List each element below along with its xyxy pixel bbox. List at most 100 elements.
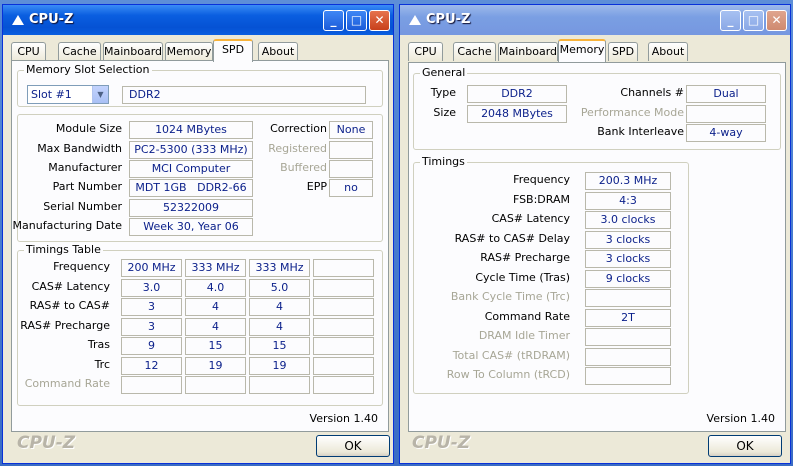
slot-select[interactable]: Slot #1 ▼ xyxy=(27,85,109,104)
timing-cell xyxy=(313,298,374,316)
maximize-button[interactable]: □ xyxy=(743,10,764,31)
type-field: DDR2 xyxy=(467,85,567,103)
timing-label: Row To Column (tRCD) xyxy=(446,368,570,381)
part-number-field: MDT 1GB DDR2-66 xyxy=(129,179,253,197)
cpuz-brand-logo: CPU-Z xyxy=(17,433,76,453)
minimize-button[interactable]: _ xyxy=(720,10,741,31)
timings-table-group: Timings Table Frequency 200 MHz 333 MHz 333… xyxy=(17,243,383,406)
tab-spd[interactable]: SPD xyxy=(608,42,638,61)
tab-cache[interactable]: Cache xyxy=(58,42,101,61)
cpuz-window-spd: CPU-Z _ □ ✕ CPU Cache Mainboard Memory S… xyxy=(2,4,394,464)
general-group: General Type DDR2 Size 2048 MBytes Chann… xyxy=(413,66,781,150)
timing-row-label: Tras xyxy=(87,338,110,351)
type-label: Type xyxy=(430,86,456,99)
group-label: General xyxy=(420,66,468,79)
timing-value: 3 clocks xyxy=(585,250,671,268)
ok-button[interactable]: OK xyxy=(316,435,390,457)
spd-panel: Memory Slot Selection Slot #1 ▼ DDR2 Mod… xyxy=(11,60,389,432)
cpuz-app-icon xyxy=(409,15,421,25)
serial-number-label: Serial Number xyxy=(43,200,122,213)
tab-cpu[interactable]: CPU xyxy=(11,42,46,61)
window-title: CPU-Z xyxy=(426,12,471,27)
bank-interleave-field: 4-way xyxy=(686,124,766,142)
module-size-field: 1024 MBytes xyxy=(129,121,253,139)
timing-cell: 4 xyxy=(185,298,246,316)
timing-cell xyxy=(185,376,246,394)
slot-select-value: Slot #1 xyxy=(31,88,72,101)
tab-memory[interactable]: Memory xyxy=(165,42,213,61)
title-bar[interactable]: CPU-Z _ □ ✕ xyxy=(400,5,790,35)
buffered-field xyxy=(329,160,373,178)
tab-about[interactable]: About xyxy=(648,42,688,61)
timing-cell: 4 xyxy=(249,317,310,336)
timing-label: RAS# to CAS# Delay xyxy=(454,231,570,245)
group-label: Timings Table xyxy=(24,243,103,256)
epp-field: no xyxy=(329,179,373,197)
timing-row-label: Trc xyxy=(94,357,110,371)
timing-value: 200.3 MHz xyxy=(585,172,671,190)
timing-cell: 3 xyxy=(121,317,182,336)
timing-value: 4:3 xyxy=(585,191,671,210)
channels-label: Channels # xyxy=(620,86,684,99)
timing-label: Total CAS# (tRDRAM) xyxy=(452,348,570,362)
performance-mode-label: Performance Mode xyxy=(580,106,684,119)
timing-row-label: CAS# Latency xyxy=(31,279,110,293)
slot-type-field: DDR2 xyxy=(122,86,366,104)
tab-spd[interactable]: SPD xyxy=(213,39,253,62)
tab-memory[interactable]: Memory xyxy=(558,39,606,62)
timing-cell: 333 MHz xyxy=(185,259,246,277)
timing-label: DRAM Idle Timer xyxy=(478,329,570,342)
timing-cell xyxy=(313,317,374,336)
timing-cell: 200 MHz xyxy=(121,259,182,277)
memory-slot-selection-group: Memory Slot Selection Slot #1 ▼ DDR2 xyxy=(17,63,383,107)
version-label: Version 1.40 xyxy=(309,412,378,425)
timing-cell: 4 xyxy=(249,298,310,316)
max-bandwidth-label: Max Bandwidth xyxy=(37,142,122,155)
timing-value: 9 clocks xyxy=(585,269,671,288)
manufacturing-date-field: Week 30, Year 06 xyxy=(129,218,253,236)
timing-label: Command Rate xyxy=(484,309,570,323)
timing-label: FSB:DRAM xyxy=(512,192,570,206)
tab-cpu[interactable]: CPU xyxy=(408,42,443,61)
channels-field: Dual xyxy=(686,85,766,103)
chevron-down-icon[interactable]: ▼ xyxy=(92,86,108,103)
timing-cell xyxy=(313,259,374,277)
timing-value xyxy=(585,347,671,366)
tab-about[interactable]: About xyxy=(258,42,298,61)
timing-value xyxy=(585,367,671,385)
timing-label: CAS# Latency xyxy=(491,212,570,225)
title-bar[interactable]: CPU-Z _ □ ✕ xyxy=(3,5,393,35)
manufacturer-label: Manufacturer xyxy=(48,161,122,174)
timing-row-label: Frequency xyxy=(53,260,110,273)
tab-mainboard[interactable]: Mainboard xyxy=(498,42,558,61)
timing-cell: 5.0 xyxy=(249,278,310,297)
timing-cell: 19 xyxy=(185,356,246,375)
timing-cell: 9 xyxy=(121,337,182,355)
minimize-button[interactable]: _ xyxy=(323,10,344,31)
maximize-button[interactable]: □ xyxy=(346,10,367,31)
close-button[interactable]: ✕ xyxy=(369,10,390,31)
part-number-value-1: MDT 1GB xyxy=(135,181,187,194)
version-label: Version 1.40 xyxy=(706,412,775,425)
size-label: Size xyxy=(433,106,456,119)
timing-cell: 19 xyxy=(249,356,310,375)
part-number-label: Part Number xyxy=(52,180,122,193)
performance-mode-field xyxy=(686,105,766,123)
tab-mainboard[interactable]: Mainboard xyxy=(103,42,163,61)
timing-value xyxy=(585,289,671,307)
timing-cell: 4 xyxy=(185,317,246,336)
timing-label: Cycle Time (Tras) xyxy=(475,270,570,284)
timing-cell: 4.0 xyxy=(185,278,246,297)
timing-cell: 3.0 xyxy=(121,278,182,297)
ok-button[interactable]: OK xyxy=(708,435,782,457)
registered-label: Registered xyxy=(268,142,327,155)
close-button[interactable]: ✕ xyxy=(766,10,787,31)
timing-cell: 12 xyxy=(121,356,182,375)
memory-panel: General Type DDR2 Size 2048 MBytes Chann… xyxy=(408,62,786,432)
bank-interleave-label: Bank Interleave xyxy=(597,125,684,138)
timing-cell xyxy=(249,376,310,394)
timing-value: 3.0 clocks xyxy=(585,211,671,229)
cpuz-brand-logo: CPU-Z xyxy=(412,433,471,453)
tab-cache[interactable]: Cache xyxy=(453,42,496,61)
manufacturing-date-label: Manufacturing Date xyxy=(12,219,122,232)
